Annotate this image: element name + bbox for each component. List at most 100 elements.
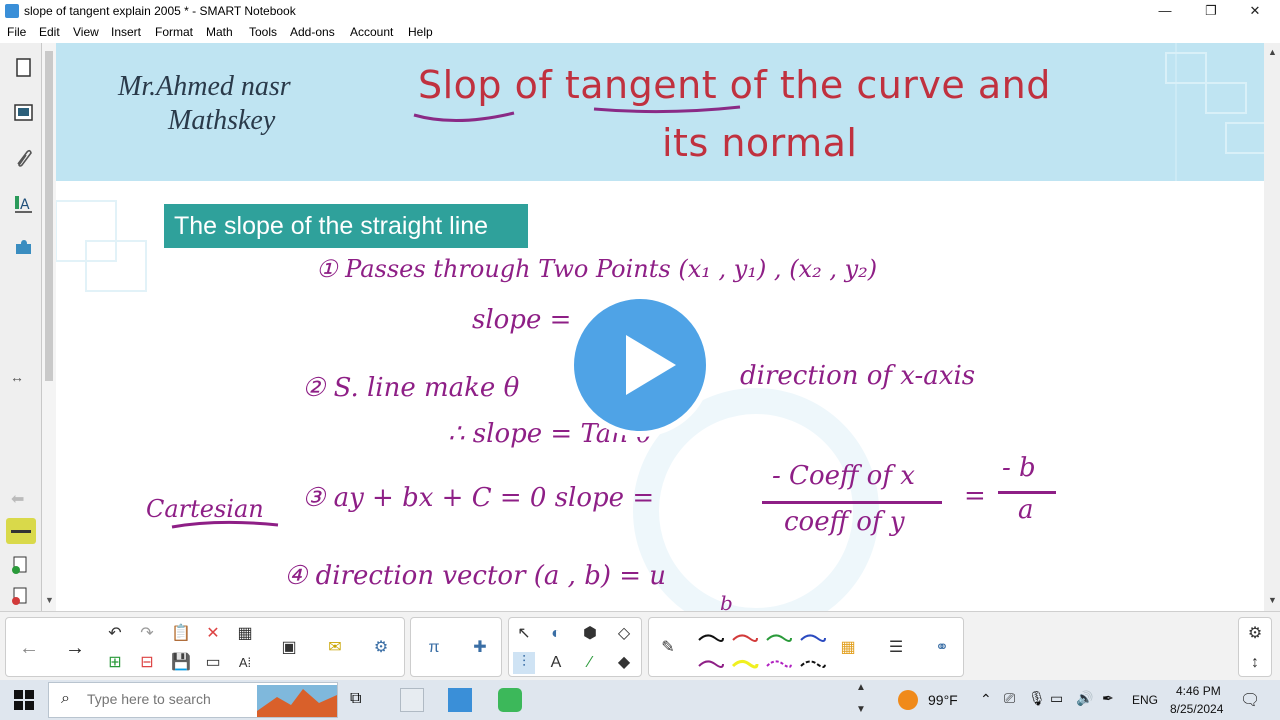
page-icon bbox=[16, 58, 31, 77]
add-ons-tab[interactable] bbox=[7, 232, 39, 264]
gallery-tab[interactable] bbox=[7, 97, 39, 129]
toolbar-group-settings: ⚙ ↕ bbox=[1238, 617, 1272, 677]
shape-recognition-icon[interactable]: ⚭ bbox=[931, 637, 953, 659]
delete-page-icon[interactable] bbox=[10, 585, 32, 607]
previous-page-icon[interactable]: ← bbox=[18, 637, 40, 659]
attachments-tab[interactable] bbox=[7, 142, 39, 174]
save-icon[interactable]: 💾 bbox=[170, 652, 192, 674]
pen-presets[interactable] bbox=[695, 626, 835, 674]
menu-account[interactable]: Account bbox=[350, 25, 393, 39]
table-icon[interactable]: ▦ bbox=[234, 623, 256, 645]
settings-gear-icon[interactable]: ⚙ bbox=[1244, 623, 1266, 645]
undo-icon[interactable]: ↶ bbox=[104, 623, 126, 645]
text-icon[interactable]: A bbox=[545, 652, 567, 674]
fraction-numerator: - Coeff of x bbox=[772, 461, 915, 491]
fraction2-denominator: a bbox=[1018, 495, 1034, 525]
menu-insert[interactable]: Insert bbox=[111, 25, 141, 39]
menu-bar: File Edit View Insert Format Math Tools … bbox=[0, 22, 1280, 43]
eraser-icon[interactable]: ◆ bbox=[613, 652, 635, 674]
microphone-icon[interactable]: 🎙 bbox=[1028, 690, 1046, 707]
add-ons-icon[interactable]: ✚ bbox=[469, 637, 491, 659]
response-icon[interactable]: ✉ bbox=[324, 637, 346, 659]
close-button[interactable]: ✕ bbox=[1232, 0, 1278, 22]
menu-add-ons[interactable]: Add-ons bbox=[290, 25, 335, 39]
battery-icon[interactable]: ▭ bbox=[1050, 690, 1063, 707]
windows-taskbar: ⌕ ⧉ ▲ ▼ 99°F ⌃ ⎚ 🎙 ▭ 🔊 ✒ ENG 4:46 PM 8/2… bbox=[0, 680, 1280, 720]
handwriting-line-6: ④ direction vector (a , b) = u bbox=[284, 561, 667, 591]
maximize-button[interactable]: ❐ bbox=[1188, 0, 1234, 22]
fill-icon[interactable]: ◇ bbox=[613, 623, 635, 645]
add-page-icon[interactable]: ⊞ bbox=[104, 652, 126, 674]
menu-file[interactable]: File bbox=[7, 25, 26, 39]
delete-page-icon[interactable]: ⊟ bbox=[136, 652, 158, 674]
resize-handle-icon[interactable]: ↔ bbox=[10, 369, 24, 385]
clock-time[interactable]: 4:46 PM bbox=[1176, 684, 1221, 698]
menu-tools[interactable]: Tools bbox=[249, 25, 277, 39]
menu-format[interactable]: Format bbox=[155, 25, 193, 39]
toolbar-group-tools: ↖ ◐ ⬢ ◇ ⫶ A ⁄ ◆ bbox=[508, 617, 642, 677]
fraction-denominator: coeff of y bbox=[784, 507, 905, 537]
video-play-button[interactable] bbox=[568, 293, 712, 437]
redo-icon[interactable]: ↷ bbox=[136, 623, 158, 645]
notifications-icon[interactable]: 🗨 bbox=[1240, 690, 1260, 710]
handwriting-line-6b: b bbox=[720, 591, 733, 611]
color-palette-icon[interactable]: ▦ bbox=[837, 637, 859, 659]
menu-view[interactable]: View bbox=[73, 25, 99, 39]
gallery-icon bbox=[14, 104, 33, 121]
paste-icon[interactable]: 📋 bbox=[170, 623, 192, 645]
side-panel-scrollbar[interactable]: ▼ bbox=[42, 43, 56, 611]
menu-math[interactable]: Math bbox=[206, 25, 233, 39]
taskbar-expand-down-icon[interactable]: ▼ bbox=[856, 704, 866, 715]
input-language[interactable]: ENG bbox=[1132, 693, 1158, 707]
handwriting-recognition-icon[interactable]: A⁞ bbox=[234, 652, 256, 674]
scroll-up-icon[interactable]: ▲ bbox=[1268, 47, 1277, 57]
select-pointer-icon[interactable]: ↖ bbox=[513, 623, 535, 645]
document-camera-icon[interactable]: ⚙ bbox=[370, 637, 392, 659]
pen-ink-icon[interactable]: ✒ bbox=[1102, 690, 1114, 707]
math-tools-icon[interactable]: π bbox=[423, 637, 445, 659]
screen-shade-icon[interactable]: ▣ bbox=[278, 637, 300, 659]
windows-start-icon[interactable] bbox=[14, 690, 34, 710]
next-page-icon[interactable]: → bbox=[64, 637, 86, 659]
whiteboard-canvas[interactable]: Mr.Ahmed nasr Mathskey Slop of tangent o… bbox=[56, 43, 1280, 611]
move-toolbar-icon[interactable]: ↕ bbox=[1244, 652, 1266, 674]
section-heading: The slope of the straight line bbox=[164, 204, 528, 248]
volume-icon[interactable]: 🔊 bbox=[1076, 690, 1093, 707]
weather-sun-icon[interactable] bbox=[898, 690, 918, 710]
full-screen-icon[interactable]: ▭ bbox=[202, 652, 224, 674]
line-style-icon[interactable]: ☰ bbox=[885, 637, 907, 659]
shape-icon[interactable]: ◐ bbox=[545, 623, 567, 645]
line-icon[interactable]: ⁄ bbox=[579, 652, 601, 674]
back-arrow-icon[interactable]: ⬅ bbox=[11, 489, 24, 509]
side-scroll-thumb[interactable] bbox=[45, 51, 53, 381]
title-underline-strokes bbox=[413, 105, 741, 123]
pen-icon[interactable]: ✎ bbox=[657, 637, 679, 659]
auto-hide-button[interactable] bbox=[6, 518, 36, 544]
taskbar-search[interactable]: ⌕ bbox=[48, 682, 338, 718]
menu-edit[interactable]: Edit bbox=[39, 25, 60, 39]
taskbar-app-green[interactable] bbox=[498, 688, 522, 712]
task-view-icon[interactable]: ⧉ bbox=[350, 690, 361, 708]
tray-overflow-icon[interactable]: ⌃ bbox=[980, 691, 992, 708]
scroll-down-icon[interactable]: ▼ bbox=[1268, 595, 1277, 605]
pens-icon[interactable]: ⫶ bbox=[513, 652, 535, 674]
regular-polygon-icon[interactable]: ⬢ bbox=[579, 623, 601, 645]
taskbar-expand-up-icon[interactable]: ▲ bbox=[856, 682, 866, 693]
slide-banner: Mr.Ahmed nasr Mathskey Slop of tangent o… bbox=[56, 43, 1280, 181]
menu-help[interactable]: Help bbox=[408, 25, 433, 39]
taskbar-app-smart-notebook[interactable] bbox=[448, 688, 472, 712]
clock-date[interactable]: 8/25/2024 bbox=[1170, 702, 1223, 716]
scroll-down-icon[interactable]: ▼ bbox=[45, 595, 54, 605]
fraction2-bar bbox=[998, 491, 1056, 494]
svg-text:A: A bbox=[20, 197, 30, 213]
properties-tab[interactable]: A bbox=[7, 187, 39, 219]
add-page-icon[interactable] bbox=[10, 554, 32, 576]
delete-icon[interactable]: ✕ bbox=[202, 623, 224, 645]
canvas-scrollbar[interactable]: ▲ ▼ bbox=[1264, 43, 1280, 611]
weather-temperature[interactable]: 99°F bbox=[928, 692, 958, 708]
taskbar-app-explorer[interactable] bbox=[400, 688, 424, 712]
page-sorter-tab[interactable] bbox=[7, 52, 39, 84]
tray-meet-icon[interactable]: ⎚ bbox=[1004, 690, 1015, 707]
minimize-button[interactable]: — bbox=[1142, 0, 1188, 22]
toolbar-group-pens: ✎ ▦ ☰ ⚭ bbox=[648, 617, 964, 677]
